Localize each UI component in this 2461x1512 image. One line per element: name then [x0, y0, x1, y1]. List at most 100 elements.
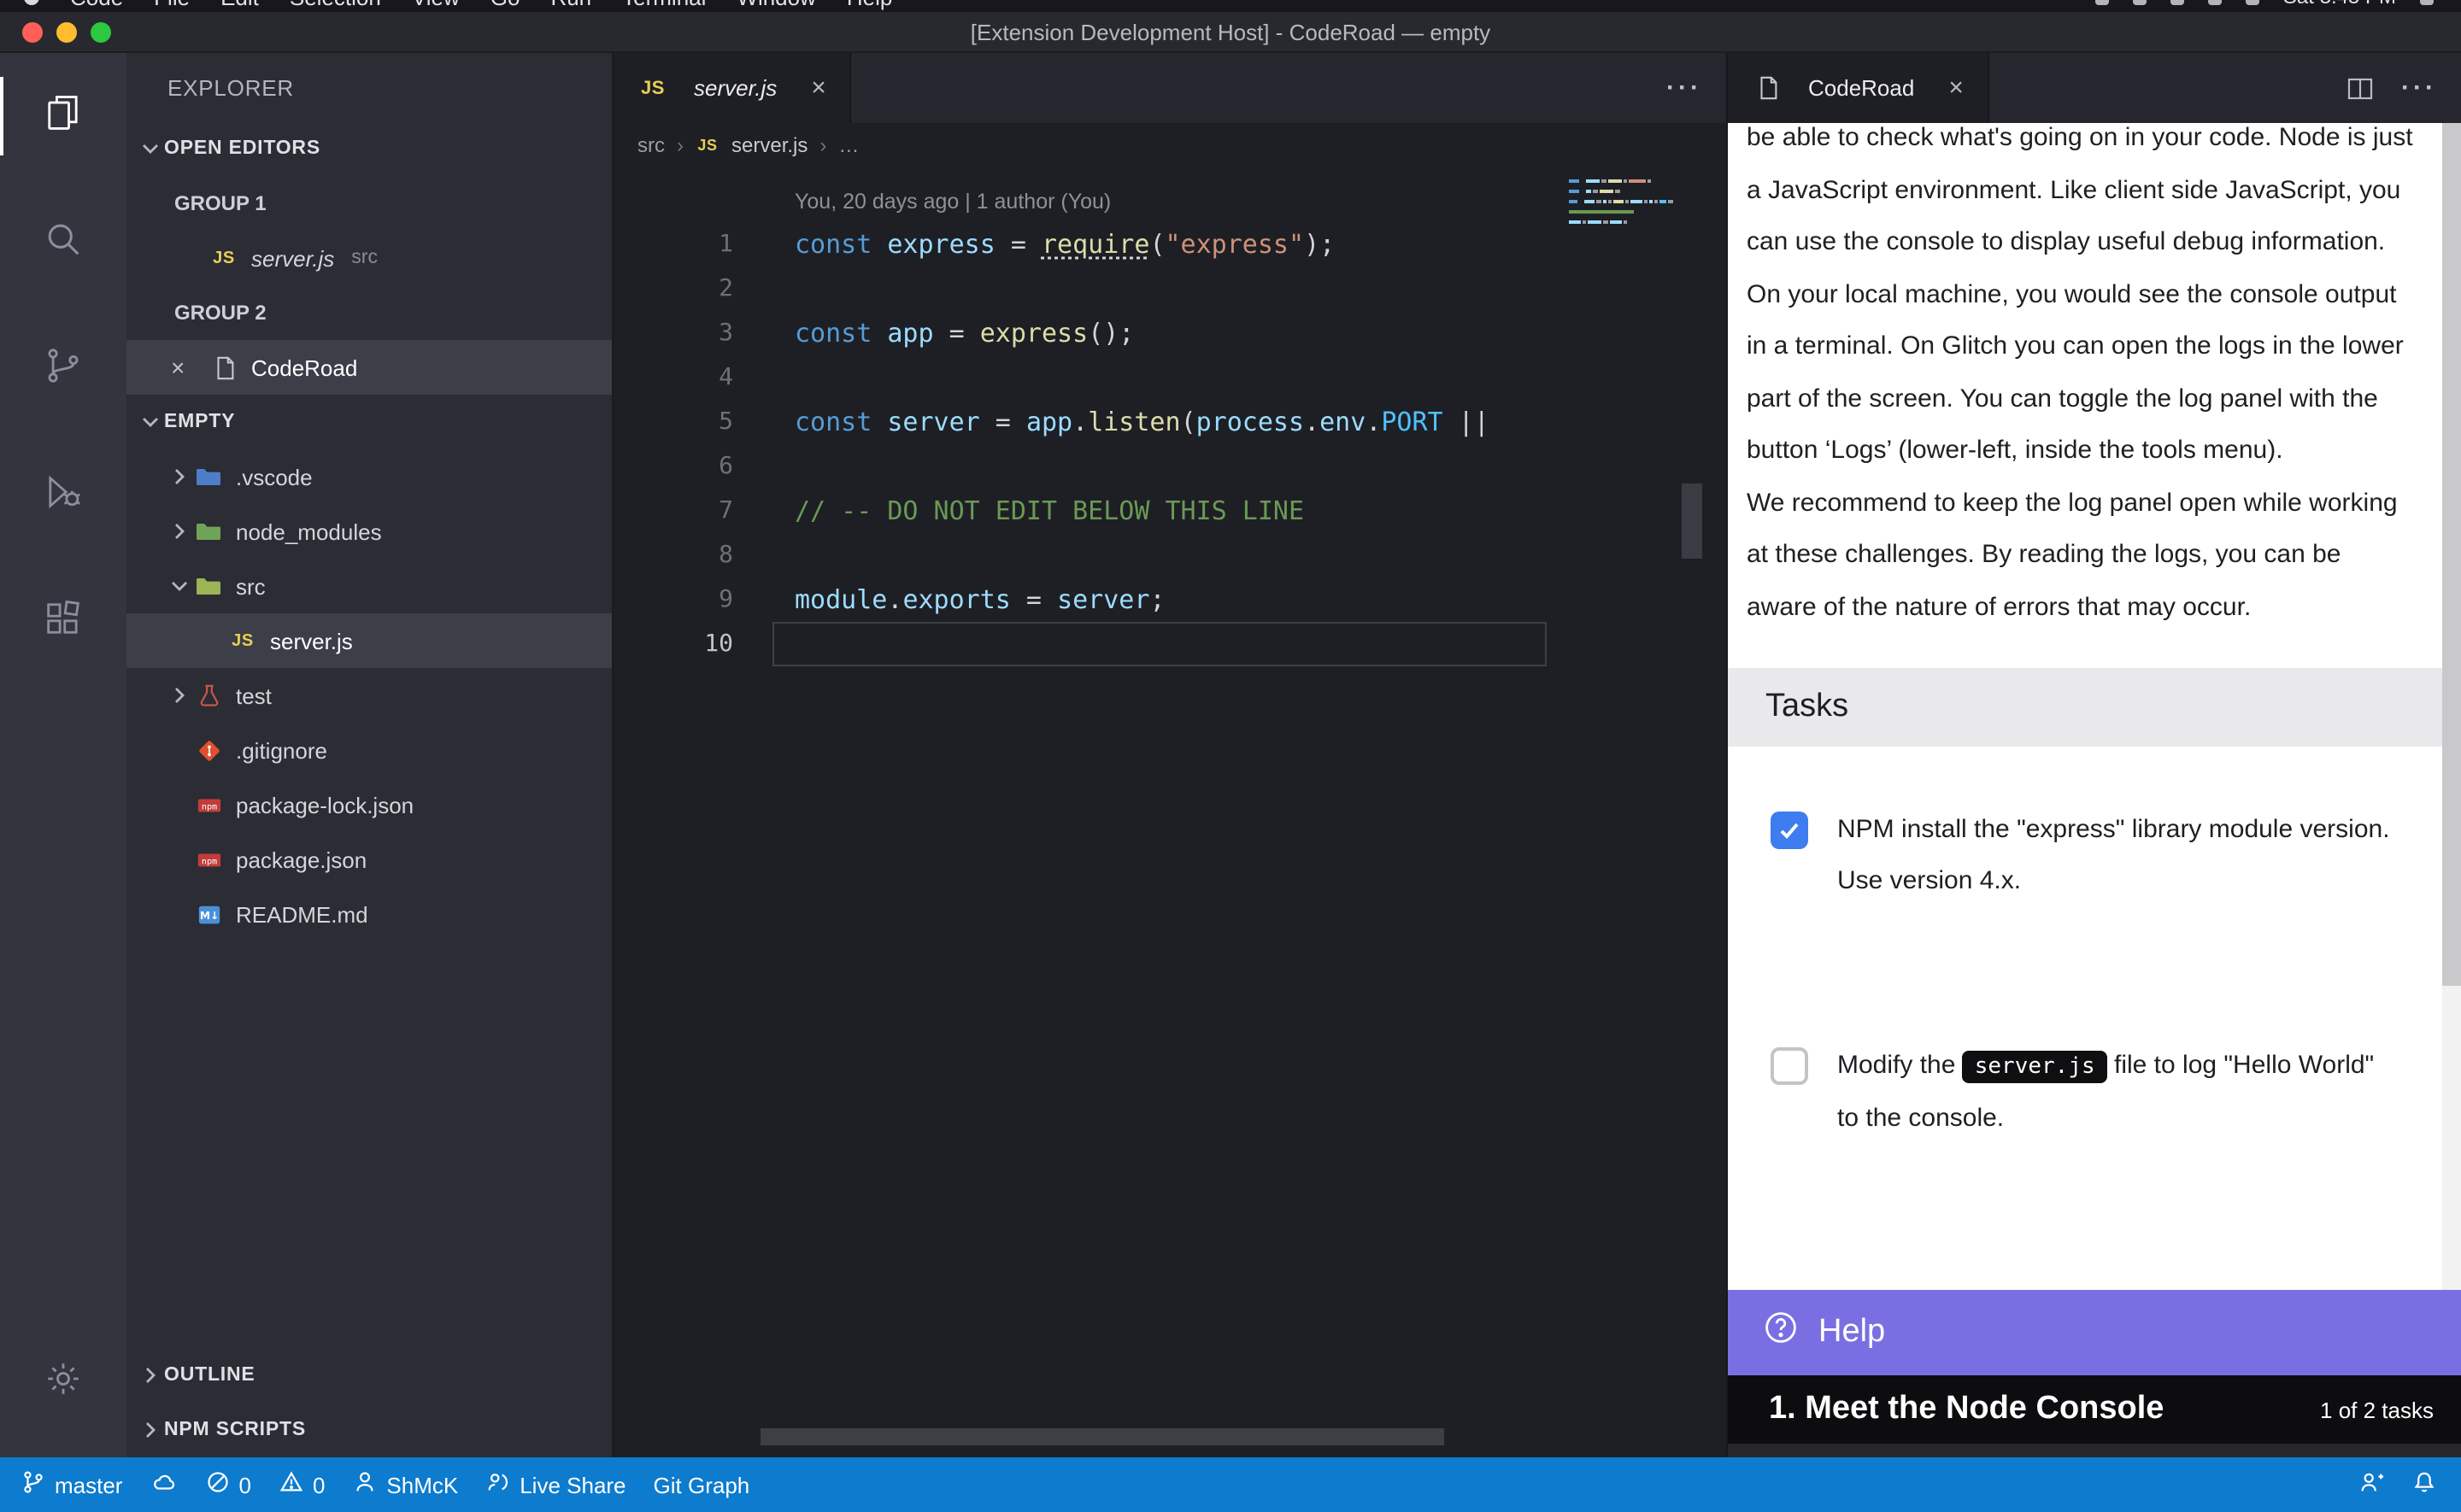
tree-item-node_modules[interactable]: node_modules: [126, 504, 612, 559]
section-open-editors[interactable]: OPEN EDITORS: [126, 121, 612, 176]
activitybar-source-control[interactable]: [0, 306, 126, 432]
tree-item-server.js[interactable]: JSserver.js: [126, 613, 612, 668]
code-line-8[interactable]: 8: [614, 533, 1726, 577]
code-line-10[interactable]: 10: [614, 622, 1726, 666]
breadcrumb-file[interactable]: server.js: [731, 132, 808, 156]
activitybar-run-debug[interactable]: [0, 432, 126, 559]
tree-item-.gitignore[interactable]: .gitignore: [126, 723, 612, 777]
code-line-2[interactable]: 2: [614, 267, 1726, 311]
menu-help[interactable]: Help: [847, 0, 893, 10]
activitybar-settings[interactable]: [0, 1334, 126, 1430]
editor-horizontal-scrollbar[interactable]: [761, 1428, 1444, 1445]
tasks-header: Tasks: [1728, 668, 2461, 747]
chevron-down-icon: [164, 574, 193, 598]
code-line-6[interactable]: 6: [614, 444, 1726, 489]
apple-menu-icon[interactable]: [24, 0, 39, 5]
editor-tab-bar: JS server.js × ···: [614, 53, 1726, 123]
activitybar-explorer[interactable]: [0, 53, 126, 179]
tree-item-.vscode[interactable]: .vscode: [126, 449, 612, 504]
statusbar-feedback[interactable]: [2358, 1469, 2384, 1500]
menu-terminal[interactable]: Terminal: [622, 0, 706, 10]
minimap[interactable]: [1569, 179, 1675, 231]
task-checkbox-unchecked[interactable]: [1771, 1047, 1808, 1085]
menu-file[interactable]: File: [154, 0, 190, 10]
webview-scrollbar-thumb[interactable]: [2442, 123, 2461, 986]
line-number: 7: [614, 497, 795, 525]
close-icon[interactable]: ×: [171, 354, 209, 381]
code-line-9[interactable]: 9module.exports = server;: [614, 577, 1726, 622]
code-line-5[interactable]: 5const server = app.listen(process.env.P…: [614, 400, 1726, 444]
breadcrumb: src › JS server.js › …: [614, 123, 1726, 166]
tab-coderoad[interactable]: CodeRoad ×: [1728, 53, 1989, 123]
statusbar-sync[interactable]: [150, 1469, 177, 1500]
statusbar-git-graph[interactable]: Git Graph: [654, 1472, 750, 1497]
split-editor-icon[interactable]: [2346, 53, 2374, 123]
section-empty[interactable]: EMPTY: [126, 395, 612, 449]
statusbar-warnings[interactable]: 0: [279, 1469, 325, 1500]
codelens-annotation[interactable]: You, 20 days ago | 1 author (You): [614, 181, 1726, 222]
menubar-status-icon[interactable]: [2170, 0, 2184, 5]
code-line-3[interactable]: 3const app = express();: [614, 311, 1726, 355]
menu-selection[interactable]: Selection: [290, 0, 381, 10]
tree-item-package.json[interactable]: npmpackage.json: [126, 832, 612, 887]
activitybar-search[interactable]: [0, 179, 126, 306]
statusbar-notifications[interactable]: [2411, 1469, 2437, 1500]
more-actions-icon[interactable]: ···: [2377, 53, 2461, 123]
sidebar-title: EXPLORER: [126, 53, 612, 121]
close-icon[interactable]: ×: [1948, 73, 1964, 103]
code-line-1[interactable]: 1const express = require("express");: [614, 222, 1726, 267]
search-icon: [41, 216, 85, 269]
tree-item-test[interactable]: test: [126, 668, 612, 723]
chevron-right-icon: [164, 465, 193, 489]
menubar-status-icon[interactable]: [2208, 0, 2222, 5]
more-actions-icon[interactable]: ···: [1642, 53, 1726, 123]
statusbar-live-share[interactable]: Live Share: [485, 1469, 626, 1500]
chevron-right-icon: [164, 519, 193, 543]
statusbar-account[interactable]: ShMcK: [352, 1469, 458, 1500]
tree-item-src[interactable]: src: [126, 559, 612, 613]
statusbar-branch[interactable]: master: [21, 1469, 122, 1500]
activitybar-extensions[interactable]: [0, 559, 126, 685]
tree-item-README.md[interactable]: M↓README.md: [126, 887, 612, 941]
cloud-icon: [150, 1469, 177, 1500]
gear-icon: [41, 1356, 85, 1409]
window-title: [Extension Development Host] - CodeRoad …: [0, 19, 2461, 44]
breadcrumb-symbol[interactable]: …: [838, 132, 859, 156]
open-editor-CodeRoad[interactable]: ×CodeRoad: [126, 340, 612, 395]
coderoad-webview: be able to check what's going on in your…: [1728, 123, 2461, 1457]
code-line-4[interactable]: 4: [614, 355, 1726, 400]
menu-window[interactable]: Window: [737, 0, 816, 10]
section-npm-scripts[interactable]: NPM SCRIPTS: [126, 1403, 612, 1457]
lesson-header[interactable]: 1. Meet the Node Console 1 of 2 tasks: [1728, 1375, 2461, 1444]
editor-vertical-scrollbar[interactable]: [1682, 483, 1702, 559]
section-outline[interactable]: OUTLINE: [126, 1348, 612, 1403]
folder-vscode-icon: [193, 463, 224, 490]
line-number: 5: [614, 408, 795, 436]
task-item-2: Modify the server.js file to log "Hello …: [1771, 1040, 2420, 1145]
menubar-clock[interactable]: Sat 3:45 PM: [2283, 0, 2396, 10]
help-section[interactable]: Help: [1728, 1290, 2461, 1375]
webview-scrollbar[interactable]: [2442, 123, 2461, 1290]
menubar-status-icon[interactable]: [2246, 0, 2259, 5]
menubar-menus: Code File Edit Selection View Go Run Terminal Wi…: [0, 0, 892, 12]
menu-go[interactable]: Go: [490, 0, 520, 10]
menubar-status-icon[interactable]: [2133, 0, 2147, 5]
titlebar[interactable]: [Extension Development Host] - CodeRoad …: [0, 12, 2461, 53]
bell-icon: [2411, 1469, 2437, 1500]
menu-code[interactable]: Code: [70, 0, 123, 10]
menubar-status-icon[interactable]: [2095, 0, 2109, 5]
tree-item-package-lock.json[interactable]: npmpackage-lock.json: [126, 777, 612, 832]
tab-server-js[interactable]: JS server.js ×: [614, 53, 852, 123]
menu-edit[interactable]: Edit: [220, 0, 259, 10]
breadcrumb-folder[interactable]: src: [637, 132, 665, 156]
close-icon[interactable]: ×: [811, 73, 826, 103]
menu-run[interactable]: Run: [550, 0, 591, 10]
open-editor-server.js[interactable]: JSserver.jssrc: [126, 231, 612, 285]
menu-view[interactable]: View: [412, 0, 460, 10]
menubar-status-icon[interactable]: [2420, 0, 2434, 5]
code-line-7[interactable]: 7// -- DO NOT EDIT BELOW THIS LINE: [614, 489, 1726, 533]
task-checkbox-checked[interactable]: [1771, 812, 1808, 849]
lesson-paragraph: We recommend to keep the log panel open …: [1747, 478, 2417, 634]
statusbar-errors[interactable]: 0: [204, 1469, 250, 1500]
code-editor[interactable]: You, 20 days ago | 1 author (You) 1const…: [614, 166, 1726, 1457]
